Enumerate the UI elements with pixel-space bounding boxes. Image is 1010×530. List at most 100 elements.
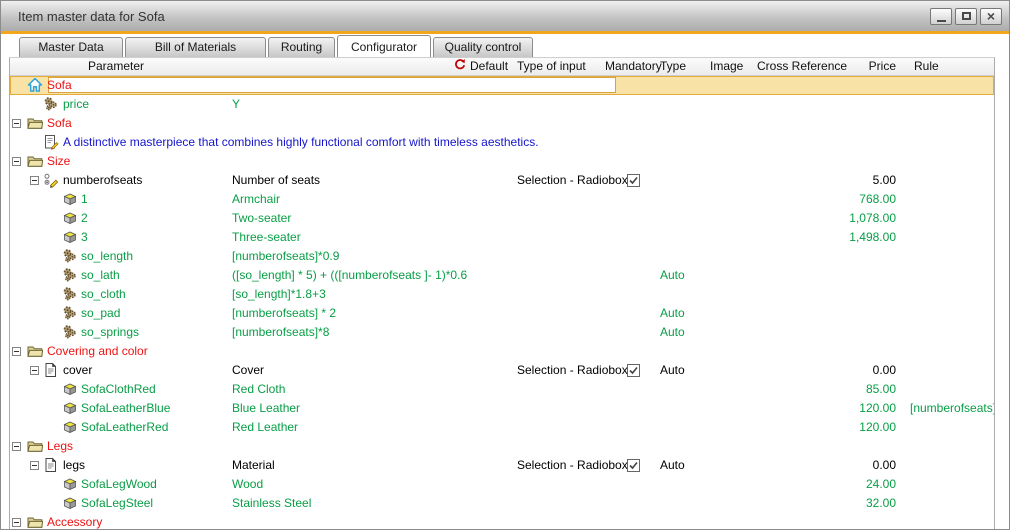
table-row[interactable]: coverCoverSelection - RadioboxAuto0.00 [10,361,994,380]
description-cell: Armchair [232,190,280,209]
collapse-expander-icon[interactable] [12,442,21,451]
gears-icon [43,96,59,112]
table-row[interactable]: 1 Armchair 768.00 [10,190,994,209]
tab-routing[interactable]: Routing [268,37,335,57]
parameter-name: 1 [81,190,88,209]
table-row[interactable]: 3Three-seater1,498.00 [10,228,994,247]
table-row[interactable]: Accessory [10,513,994,529]
table-row[interactable]: SofaClothRedRed Cloth85.00 [10,380,994,399]
description-cell: Blue Leather [232,399,300,418]
table-row[interactable]: priceY [10,95,994,114]
mandatory-checkbox[interactable] [627,174,640,187]
grid-header: Parameter Default Type of input Mandator… [10,58,994,76]
description-cell: Two-seater [232,209,291,228]
table-row[interactable]: so_lath([so_length] * 5) + (([numberofse… [10,266,994,285]
table-row[interactable]: A distinctive masterpiece that combines … [10,133,994,152]
parameter-name: so_lath [81,266,120,285]
table-row[interactable]: legsMaterialSelection - RadioboxAuto0.00 [10,456,994,475]
collapse-expander-icon[interactable] [30,366,39,375]
parameter-edit-cell[interactable] [48,77,616,93]
table-row[interactable]: Covering and color [10,342,994,361]
window-controls: × [930,8,1002,25]
table-row[interactable]: Sofa [10,114,994,133]
type-cell: Auto [660,266,685,285]
price-cell: 768.00 [830,190,896,209]
type-of-input-cell: Selection - Radiobox [517,171,628,190]
table-row[interactable]: so_cloth [so_length]*1.8+3 [10,285,994,304]
price-cell: 0.00 [830,456,896,475]
gears-icon [62,267,78,283]
column-header-type-of-input: Type of input [517,58,586,75]
table-row[interactable]: Size [10,152,994,171]
table-row[interactable]: 2Two-seater1,078.00 [10,209,994,228]
folder-icon [27,115,43,131]
table-row[interactable]: SofaLeatherBlueBlue Leather120.00[number… [10,399,994,418]
type-cell: Auto [660,456,685,475]
parameter-name: Size [47,152,70,171]
parameter-name: legs [63,456,85,475]
collapse-expander-icon[interactable] [12,518,21,527]
description-cell: Cover [232,361,264,380]
folder-icon [27,514,43,529]
gears-icon [62,305,78,321]
docpurple-icon [43,457,59,473]
title-bar: Item master data for Sofa × [1,1,1009,31]
collapse-expander-icon[interactable] [12,119,21,128]
parameter-name: Accessory [47,513,102,529]
parameter-name: SofaClothRed [81,380,156,399]
collapse-expander-icon[interactable] [12,347,21,356]
docpurple-icon [43,362,59,378]
table-row[interactable]: so_pad[numberofseats] * 2Auto [10,304,994,323]
minimize-button[interactable] [930,8,952,25]
close-button[interactable]: × [980,8,1002,25]
parameter-name: SofaLegSteel [81,494,153,513]
tab-configurator[interactable]: Configurator [337,35,431,57]
mandatory-checkbox[interactable] [627,459,640,472]
price-cell: 24.00 [830,475,896,494]
description-cell: [so_length]*1.8+3 [232,285,326,304]
tab-master-data[interactable]: Master Data [19,37,123,57]
parameter-name: 3 [81,228,88,247]
gears-icon [62,324,78,340]
folder-icon [27,343,43,359]
parameter-name: so_cloth [81,285,126,304]
description-cell: Material [232,456,275,475]
type-cell: Auto [660,323,685,342]
mandatory-checkbox[interactable] [627,364,640,377]
maximize-button[interactable] [955,8,977,25]
parameter-name: Covering and color [47,342,148,361]
table-row[interactable]: so_length[numberofseats]*0.9 [10,247,994,266]
maximize-icon [962,12,971,20]
parameter-name: SofaLegWood [81,475,157,494]
price-cell: 1,498.00 [830,228,896,247]
parameter-name: so_length [81,247,133,266]
table-row[interactable]: Legs [10,437,994,456]
refresh-icon [454,58,466,75]
table-row[interactable]: so_springs[numberofseats]*8Auto [10,323,994,342]
price-cell: 5.00 [830,171,896,190]
type-cell: Auto [660,361,685,380]
parameter-name: Legs [47,437,73,456]
description-cell: [numberofseats] * 2 [232,304,336,323]
description-cell: Red Leather [232,418,298,437]
description-cell: Number of seats [232,171,320,190]
table-row[interactable]: Sofa [10,76,994,95]
box-icon [62,381,78,397]
tab-bill-of-materials[interactable]: Bill of Materials [125,37,266,57]
table-row[interactable]: SofaLegSteelStainless Steel32.00 [10,494,994,513]
box-icon [62,229,78,245]
box-icon [62,210,78,226]
column-header-mandatory: Mandatory [605,58,662,75]
column-header-type: Type [660,58,686,75]
table-row[interactable]: numberofseatsNumber of seatsSelection - … [10,171,994,190]
table-row[interactable]: SofaLeatherRedRed Leather120.00 [10,418,994,437]
close-icon: × [987,9,995,23]
collapse-expander-icon[interactable] [30,176,39,185]
box-icon [62,419,78,435]
table-row[interactable]: SofaLegWoodWood24.00 [10,475,994,494]
column-header-default-label: Default [470,58,508,75]
collapse-expander-icon[interactable] [30,461,39,470]
tab-quality-control[interactable]: Quality control [433,37,533,57]
collapse-expander-icon[interactable] [12,157,21,166]
folder-icon [27,438,43,454]
